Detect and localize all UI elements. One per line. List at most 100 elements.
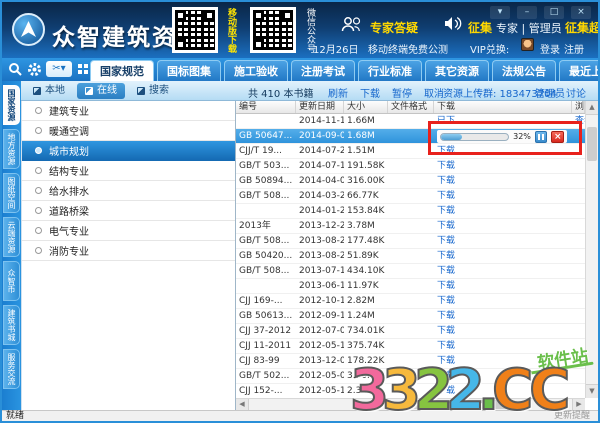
table-row[interactable]: GB/T 508...2014-03-2566.77K下载	[236, 189, 585, 204]
maximize-button[interactable]: □	[544, 6, 564, 19]
category-item[interactable]: 建筑专业	[22, 101, 235, 121]
login-link[interactable]: 登录	[540, 41, 560, 56]
action-link-4[interactable]: 取消	[424, 85, 444, 100]
skin-menu-button[interactable]: ▾	[490, 6, 510, 19]
search-icon[interactable]	[8, 62, 22, 76]
download-link[interactable]: 下载	[437, 326, 455, 336]
capture-tool-button[interactable]: ✂▾	[46, 61, 72, 77]
table-row[interactable]: CJJ 169-...2012-10-192.82M下载	[236, 294, 585, 309]
table-row[interactable]: 2013-06-1411.97K下载	[236, 279, 585, 294]
subtab-3[interactable]: 搜索	[129, 83, 177, 99]
vertical-scrollbar[interactable]: ▲ ▼	[585, 101, 598, 398]
download-link[interactable]: 下载	[437, 341, 455, 351]
minimize-button[interactable]: –	[517, 6, 537, 19]
table-row[interactable]: 2013年2013-12-203.78M下载	[236, 219, 585, 234]
column-header[interactable]: 浏览	[572, 101, 585, 113]
vtab-3[interactable]: 图纸空间	[3, 173, 20, 213]
close-button[interactable]: ×	[571, 6, 591, 19]
tab-7[interactable]: 法规公告	[492, 60, 556, 82]
table-row[interactable]: GB/T 508...2013-08-27177.48K下载	[236, 234, 585, 249]
download-link[interactable]: 下载	[437, 251, 455, 261]
register-link[interactable]: 注册	[564, 41, 584, 56]
vip-exchange-label[interactable]: VIP兑换:	[470, 41, 509, 56]
subtab-1[interactable]: 本地	[25, 83, 73, 99]
column-header[interactable]: 大小	[344, 101, 388, 113]
tab-4[interactable]: 注册考试	[291, 60, 355, 82]
vtab-5[interactable]: 众智币	[3, 261, 20, 301]
table-row[interactable]: GB 50894...2014-04-03316.00K下载	[236, 174, 585, 189]
download-link[interactable]: 下载	[437, 266, 455, 276]
download-link[interactable]: 下载	[437, 356, 455, 366]
bullet-icon	[35, 227, 42, 234]
category-item[interactable]: 电气专业	[22, 221, 235, 241]
category-item[interactable]: 城市规划	[22, 141, 235, 161]
download-cell: 下载	[434, 219, 572, 233]
action-link-3[interactable]: 暂停	[392, 85, 412, 100]
download-link[interactable]: 下载	[437, 311, 455, 321]
collect-roles[interactable]: 专家 | 管理员	[496, 20, 562, 36]
download-cell: 下载	[434, 294, 572, 308]
table-row[interactable]: CJJ 11-20112012-05-18375.74K下载	[236, 339, 585, 354]
category-sidebar: 建筑专业暖通空调城市规划结构专业给水排水道路桥梁电气专业消防专业	[21, 101, 236, 410]
download-link[interactable]: 下载	[437, 371, 455, 381]
download-link[interactable]: 下载	[437, 206, 455, 216]
download-link[interactable]: 下载	[437, 236, 455, 246]
category-item[interactable]: 暖通空调	[22, 121, 235, 141]
category-item[interactable]: 结构专业	[22, 161, 235, 181]
download-link[interactable]: 下载	[437, 281, 455, 291]
download-link[interactable]: 下载	[437, 176, 455, 186]
admin-link[interactable]: 管理员	[535, 85, 565, 100]
vertical-scroll-thumb[interactable]	[587, 127, 597, 161]
table-row[interactable]: CJJ 152-...2012-05-182.34M下载	[236, 384, 585, 398]
horizontal-scrollbar[interactable]: ◀ ▶	[236, 398, 585, 410]
highlight-box	[428, 121, 582, 155]
download-link[interactable]: 下载	[437, 296, 455, 306]
table-row[interactable]: GB 50613...2012-09-111.24M下载	[236, 309, 585, 324]
tab-1[interactable]: 国家规范	[90, 60, 154, 82]
column-header[interactable]: 更新日期	[296, 101, 344, 113]
category-item[interactable]: 给水排水	[22, 181, 235, 201]
vtab-6[interactable]: 建筑书城	[3, 305, 20, 345]
tab-6[interactable]: 其它资源	[425, 60, 489, 82]
discuss-link[interactable]: 讨论	[566, 85, 586, 100]
download-link[interactable]: 下载	[437, 191, 455, 201]
column-header[interactable]: 文件格式	[388, 101, 434, 113]
qr-mobile-label: 移动版下载	[223, 8, 236, 53]
tab-2[interactable]: 国标图集	[157, 60, 221, 82]
vtab-1[interactable]: 国家资源	[3, 85, 20, 125]
horizontal-scroll-thumb[interactable]	[406, 400, 511, 409]
tab-5[interactable]: 行业标准	[358, 60, 422, 82]
gear-icon[interactable]	[27, 62, 42, 77]
collect-link[interactable]: 征集	[468, 19, 492, 36]
category-item[interactable]: 道路桥梁	[22, 201, 235, 221]
expert-qa-link[interactable]: 专家答疑	[370, 19, 418, 36]
download-link[interactable]: 下载	[437, 161, 455, 171]
download-link[interactable]: 下载	[437, 386, 455, 396]
scroll-left-arrow[interactable]: ◀	[236, 399, 249, 410]
scroll-up-arrow[interactable]: ▲	[586, 101, 598, 115]
category-item[interactable]: 消防专业	[22, 241, 235, 261]
tab-3[interactable]: 施工验收	[224, 60, 288, 82]
download-link[interactable]: 下载	[437, 221, 455, 231]
table-row[interactable]: GB/T 502...2012-05-073.90M下载	[236, 369, 585, 384]
subtab-2[interactable]: 在线	[77, 83, 125, 99]
scroll-down-arrow[interactable]: ▼	[586, 384, 598, 398]
collect-super-link[interactable]: 征集超级专家	[565, 19, 600, 36]
vtab-2[interactable]: 地方资源	[3, 129, 20, 169]
column-header[interactable]: 编号	[236, 101, 296, 113]
scroll-right-arrow[interactable]: ▶	[572, 399, 585, 410]
resource-table: 编号更新日期大小文件格式下载浏览 2014-11-141.66M已下查看GB 5…	[236, 101, 598, 410]
action-link-2[interactable]: 下载	[360, 85, 380, 100]
action-link-1[interactable]: 刷新	[328, 85, 348, 100]
vtab-4[interactable]: 云端资源	[3, 217, 20, 257]
table-row[interactable]: GB/T 503...2014-07-11191.58K下载	[236, 159, 585, 174]
tab-8[interactable]: 最近上传	[559, 60, 600, 82]
table-row[interactable]: 2014-01-27153.84K下载	[236, 204, 585, 219]
table-row[interactable]: GB 50420...2013-08-2351.89K下载	[236, 249, 585, 264]
column-header[interactable]: 下载	[434, 101, 572, 113]
table-row[interactable]: GB/T 508...2013-07-18434.10K下载	[236, 264, 585, 279]
table-row[interactable]: CJJ 83-992013-12-09178.22K下载	[236, 354, 585, 369]
vtab-7[interactable]: 服务交流	[3, 349, 20, 389]
table-row[interactable]: CJJ 37-20122012-07-06734.01K下载	[236, 324, 585, 339]
apps-grid-icon[interactable]	[78, 64, 82, 68]
